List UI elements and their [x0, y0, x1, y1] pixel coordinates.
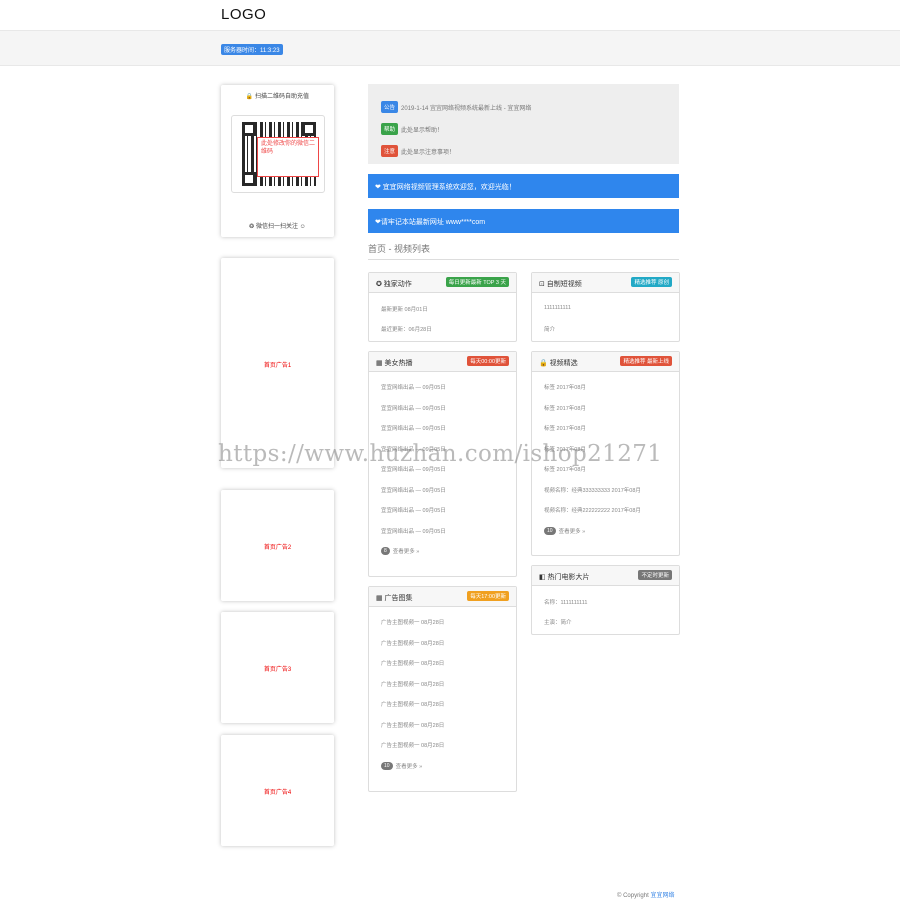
panel-title[interactable]: ◧ 热门电影大片 [539, 572, 590, 582]
notice-tag: 注意 [381, 145, 399, 157]
panel-header: 🔒 视频精选 精选推荐 最新上线 [532, 352, 679, 372]
notice-item[interactable]: 公告 2019-1-14 宜宜网络视频系统最新上线 - 宜宜网络 [381, 101, 531, 113]
view-more-label: 查看更多 » [392, 549, 420, 555]
copyright-text: © Copyright [617, 893, 651, 899]
list-item[interactable]: 广告主图视频一 08月28日 [381, 618, 444, 626]
panel-title[interactable]: ▦ 广告图集 [376, 593, 413, 603]
ad-slot-2[interactable]: 首页广告2 [221, 490, 334, 601]
footer-copyright: © Copyright 宜宜网络 [617, 890, 674, 899]
ad-slot-3[interactable]: 首页广告3 [221, 612, 334, 723]
site-logo[interactable]: LOGO [221, 6, 266, 23]
ad-label: 首页广告2 [263, 545, 292, 551]
list-item[interactable]: 名称：1111111111 [544, 598, 587, 606]
panel-title[interactable]: ▦ 美女热播 [376, 358, 413, 368]
notice-text: 2019-1-14 宜宜网络视频系统最新上线 - 宜宜网络 [401, 105, 532, 112]
panel-title[interactable]: ✪ 独家动作 [376, 279, 412, 289]
list-item[interactable]: 广告主图视频一 08月28日 [381, 721, 444, 729]
panel-badge: 每日更新最新 TOP 3 天 [445, 277, 509, 287]
top-header: LOGO [0, 0, 900, 30]
notice-tag: 公告 [381, 101, 399, 113]
panel-ad-gallery: ▦ 广告图集 每天17:00更新 广告主图视频一 08月28日 广告主图视频一 … [368, 586, 517, 792]
list-item[interactable]: 宜宜网络出品 — 09月05日 [381, 424, 446, 432]
list-item[interactable]: 标签 2017年08月 [544, 383, 586, 391]
list-item[interactable]: 1111111111 [544, 305, 571, 311]
qr-frame: 此处修改你的微信二维码 [231, 115, 325, 193]
url-banner: ❤请牢记本站最新网址 www****com [368, 209, 679, 233]
welcome-banner: ❤ 宜宜网络视频管理系统欢迎您，欢迎光临！ [368, 174, 679, 198]
watermark-text: https://www.huzhan.com/ishop21271 [218, 441, 663, 467]
count-badge: 8 [381, 547, 390, 555]
count-badge: 10 [381, 762, 393, 770]
panel-header: ✪ 独家动作 每日更新最新 TOP 3 天 [369, 273, 516, 293]
info-bar: 服务器时间：11:3:23 [0, 30, 900, 66]
list-item[interactable]: 标签 2017年08月 [544, 404, 586, 412]
panel-badge: 每天17:00更新 [467, 591, 509, 601]
qr-footer-text: ❂ 微信扫一扫关注 ☺ [249, 224, 306, 230]
list-item[interactable]: 视频名称：经典222222222 2017年08月 [544, 506, 641, 514]
qr-corner-icon [242, 172, 256, 186]
panel-badge: 精选推荐 最新上线 [620, 356, 672, 366]
view-more-link[interactable]: 8 查看更多 » [381, 547, 419, 555]
footer-site-link[interactable]: 宜宜网络 [650, 893, 674, 899]
list-item[interactable]: 主演：简介 [544, 618, 572, 626]
list-item[interactable]: 宜宜网络出品 — 09月05日 [381, 527, 446, 535]
panel-title[interactable]: 🔒 视频精选 [539, 358, 578, 368]
ad-label: 首页广告1 [263, 363, 292, 369]
view-more-link[interactable]: 10 查看更多 » [544, 527, 585, 535]
notice-text: 此处显示注意事项！ [401, 149, 456, 156]
panel-title[interactable]: ⊡ 自制短视频 [539, 279, 582, 289]
panel-exclusive: ✪ 独家动作 每日更新最新 TOP 3 天 最新更新 08月01日 最近更新：0… [368, 272, 517, 342]
count-badge: 10 [544, 527, 556, 535]
server-time-badge: 服务器时间：11:3:23 [221, 44, 283, 55]
list-item[interactable]: 最近更新：06月28日 [381, 325, 432, 333]
list-item[interactable]: 广告主图视频一 08月28日 [381, 639, 444, 647]
qr-code-image: 此处修改你的微信二维码 [242, 122, 319, 186]
qr-corner-icon [242, 122, 256, 136]
panel-header: ⊡ 自制短视频 精选推荐 原创 [532, 273, 679, 293]
ad-label: 首页广告4 [263, 790, 292, 796]
panel-header: ◧ 热门电影大片 不定时更新 [532, 566, 679, 586]
ad-slot-1[interactable]: 首页广告1 [221, 258, 334, 468]
view-more-label: 查看更多 » [558, 529, 586, 535]
panel-badge: 每天00:00更新 [467, 356, 509, 366]
panel-badge: 不定时更新 [638, 570, 672, 580]
list-item[interactable]: 宜宜网络出品 — 09月05日 [381, 486, 446, 494]
panel-header: ▦ 美女热播 每天00:00更新 [369, 352, 516, 372]
panel-badge: 精选推荐 原创 [631, 277, 672, 287]
notice-board: 公告 2019-1-14 宜宜网络视频系统最新上线 - 宜宜网络 帮助 此处显示… [368, 84, 679, 164]
notice-tag: 帮助 [381, 123, 399, 135]
list-item[interactable]: 广告主图视频一 08月28日 [381, 659, 444, 667]
list-item[interactable]: 宜宜网络出品 — 09月05日 [381, 383, 446, 391]
notice-item[interactable]: 注意 此处显示注意事项！ [381, 145, 455, 157]
list-item[interactable]: 标签 2017年08月 [544, 424, 586, 432]
list-item[interactable]: 简介 [544, 325, 555, 333]
list-item[interactable]: 视频名称：经典333333333 2017年08月 [544, 486, 641, 494]
ad-slot-4[interactable]: 首页广告4 [221, 735, 334, 846]
view-more-label: 查看更多 » [395, 764, 423, 770]
notice-text: 此处显示帮助！ [401, 127, 444, 134]
list-item[interactable]: 广告主图视频一 08月28日 [381, 680, 444, 688]
section-title: 首页 - 视频列表 [368, 242, 679, 260]
qr-title: 🔒 扫描二维码自助充值 [245, 94, 310, 100]
qr-panel: 🔒 扫描二维码自助充值 此处修改你的微信二维码 ❂ 微信扫一扫关注 ☺ [221, 85, 334, 237]
list-item[interactable]: 广告主图视频一 08月28日 [381, 741, 444, 749]
list-item[interactable]: 广告主图视频一 08月28日 [381, 700, 444, 708]
notice-item[interactable]: 帮助 此处显示帮助！ [381, 123, 443, 135]
panel-hot-movies: ◧ 热门电影大片 不定时更新 名称：1111111111 主演：简介 [531, 565, 680, 635]
qr-corner-icon [302, 122, 316, 136]
qr-placeholder-note: 此处修改你的微信二维码 [257, 137, 319, 177]
view-more-link[interactable]: 10 查看更多 » [381, 762, 422, 770]
panel-header: ▦ 广告图集 每天17:00更新 [369, 587, 516, 607]
panel-short-video: ⊡ 自制短视频 精选推荐 原创 1111111111 简介 [531, 272, 680, 342]
list-item[interactable]: 宜宜网络出品 — 09月05日 [381, 506, 446, 514]
ad-label: 首页广告3 [263, 667, 292, 673]
list-item[interactable]: 最新更新 08月01日 [381, 305, 428, 313]
list-item[interactable]: 宜宜网络出品 — 09月05日 [381, 404, 446, 412]
